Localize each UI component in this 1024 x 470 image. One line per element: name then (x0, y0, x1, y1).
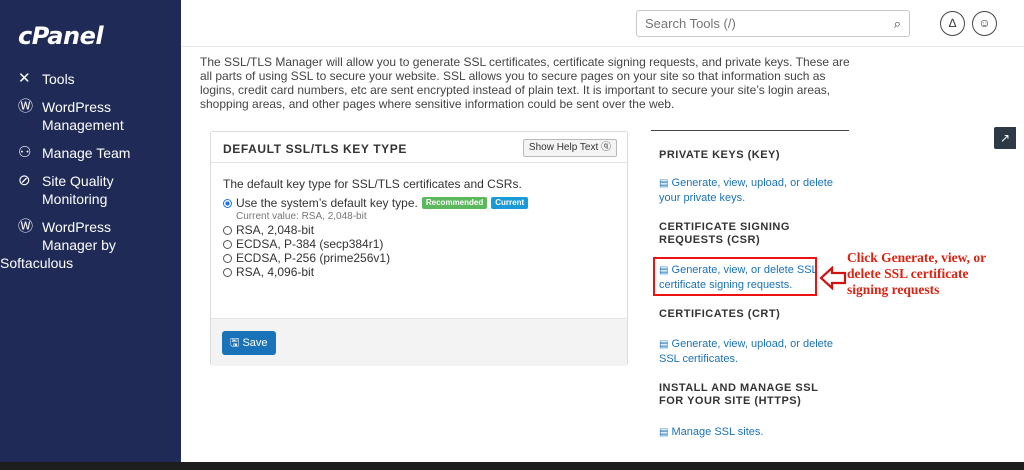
current-value-text: Current value: RSA, 2,048-bit (236, 211, 367, 222)
document-icon: ▤ (659, 339, 669, 350)
user-account-icon[interactable]: ☺ (972, 11, 997, 36)
option-ecdsa-p256[interactable]: ECDSA, P-256 (prime256v1) (223, 251, 528, 265)
radio-system-default[interactable] (223, 198, 232, 208)
sidebar-item-label-line1: WordPress (42, 219, 111, 235)
team-icon: ⚇ (18, 144, 32, 161)
option-label: ECDSA, P-256 (prime256v1) (236, 251, 391, 265)
wordpress-softaculous-icon: Ⓦ (18, 218, 34, 235)
crt-link[interactable]: ▤ Generate, view, upload, or delete SSL … (659, 337, 833, 366)
question-icon: ⓠ (601, 142, 611, 153)
show-help-text-button[interactable]: Show Help Text ⓠ (522, 139, 617, 157)
search-box[interactable]: ⌕ (636, 10, 910, 37)
option-rsa-2048[interactable]: RSA, 2,048-bit (223, 223, 528, 237)
link-text-line2: SSL certificates. (659, 353, 739, 365)
sidebar-item-label: Site Quality Monitoring (42, 173, 114, 207)
option-ecdsa-p384[interactable]: ECDSA, P-384 (secp384r1) (223, 237, 528, 251)
link-text: Manage SSL sites. (671, 426, 764, 438)
annotation-text: Click Generate, view, or delete SSL cert… (847, 250, 986, 298)
install-ssl-title: INSTALL AND MANAGE SSL FOR YOUR SITE (HT… (659, 382, 818, 408)
sidebar-item-site-quality[interactable]: ⊘ Site Quality Monitoring (0, 172, 181, 208)
cpanel-logo[interactable]: cPanel (18, 22, 104, 50)
divider (211, 162, 627, 163)
sidebar-item-manage-team[interactable]: ⚇ Manage Team (0, 144, 181, 162)
link-text-line1: Generate, view, upload, or delete (671, 338, 833, 350)
install-title-line2: FOR YOUR SITE (HTTPS) (659, 395, 802, 407)
save-label: Save (242, 337, 268, 349)
option-label: RSA, 4,096-bit (236, 265, 315, 279)
csr-title-line2: REQUESTS (CSR) (659, 234, 761, 246)
option-label: ECDSA, P-384 (secp384r1) (236, 237, 384, 251)
help-button-label: Show Help Text (528, 142, 599, 153)
save-icon: 🖫 (230, 337, 240, 349)
sidebar: cPanel ✕ Tools Ⓦ WordPress Management ⚇ … (0, 0, 181, 462)
radio-rsa-2048[interactable] (223, 225, 232, 235)
link-text-line2: your private keys. (659, 192, 746, 204)
annotation-line2: delete SSL certificate (847, 266, 969, 281)
sidebar-nav: ✕ Tools Ⓦ WordPress Management ⚇ Manage … (0, 70, 181, 282)
sidebar-item-label: Tools (42, 71, 75, 87)
csr-highlight-box (653, 257, 817, 296)
tools-icon: ✕ (18, 70, 31, 87)
sidebar-item-label-line2: Manager by (42, 237, 116, 253)
csr-title-line1: CERTIFICATE SIGNING (659, 221, 790, 233)
csr-title: CERTIFICATE SIGNING REQUESTS (CSR) (659, 221, 790, 247)
link-text-line1: Generate, view, upload, or delete (671, 177, 833, 189)
panel-body: The default key type for SSL/TLS certifi… (223, 177, 529, 279)
key-type-description: The default key type for SSL/TLS certifi… (223, 177, 522, 191)
annotation-line1: Click Generate, view, or (847, 250, 987, 265)
default-key-type-panel: DEFAULT SSL/TLS KEY TYPE Show Help Text … (210, 131, 628, 366)
radio-ecdsa-p256[interactable] (223, 253, 232, 263)
site-quality-icon: ⊘ (18, 172, 31, 189)
option-label: RSA, 2,048-bit (236, 223, 315, 237)
annotation-arrow-icon (819, 266, 847, 290)
sidebar-item-label-line3: Softaculous (0, 255, 74, 271)
search-input[interactable] (637, 11, 877, 36)
option-rsa-4096[interactable]: RSA, 4,096-bit (223, 265, 528, 279)
radio-ecdsa-p384[interactable] (223, 239, 232, 249)
right-column-divider (651, 130, 849, 131)
save-button[interactable]: 🖫 Save (222, 331, 276, 355)
topbar: ⌕ ∆ ☺ (181, 0, 1024, 47)
document-icon: ▤ (659, 178, 669, 189)
current-badge: Current (491, 197, 529, 209)
option-label: Use the system’s default key type. (236, 196, 418, 210)
option-system-default[interactable]: Use the system’s default key type. Recom… (223, 196, 529, 210)
search-icon[interactable]: ⌕ (894, 16, 901, 32)
sidebar-item-label: Manage Team (42, 145, 131, 161)
notifications-bell-icon[interactable]: ∆ (940, 11, 965, 36)
sidebar-item-wordpress-softaculous[interactable]: Ⓦ WordPress Manager by Softaculous (0, 218, 181, 272)
annotation-line3: signing requests (847, 282, 940, 297)
crt-title: CERTIFICATES (CRT) (659, 308, 781, 320)
panel-title: DEFAULT SSL/TLS KEY TYPE (223, 142, 407, 156)
panel-footer: 🖫 Save (211, 318, 627, 366)
sidebar-item-tools[interactable]: ✕ Tools (0, 70, 181, 88)
radio-rsa-4096[interactable] (223, 267, 232, 277)
sidebar-item-wordpress-management[interactable]: Ⓦ WordPress Management (0, 98, 181, 134)
private-keys-link[interactable]: ▤ Generate, view, upload, or delete your… (659, 176, 833, 205)
chart-panel-toggle-icon[interactable]: ↗ (994, 127, 1016, 149)
intro-text: The SSL/TLS Manager will allow you to ge… (200, 55, 850, 111)
manage-ssl-sites-link[interactable]: ▤ Manage SSL sites. (659, 425, 763, 440)
install-title-line1: INSTALL AND MANAGE SSL (659, 382, 819, 394)
wordpress-icon: Ⓦ (18, 98, 34, 115)
document-icon: ▤ (659, 427, 669, 438)
bottom-taskbar (0, 462, 1024, 470)
recommended-badge: Recommended (421, 197, 488, 209)
sidebar-item-label: WordPress Management (42, 99, 124, 133)
private-keys-title: PRIVATE KEYS (KEY) (659, 149, 781, 161)
